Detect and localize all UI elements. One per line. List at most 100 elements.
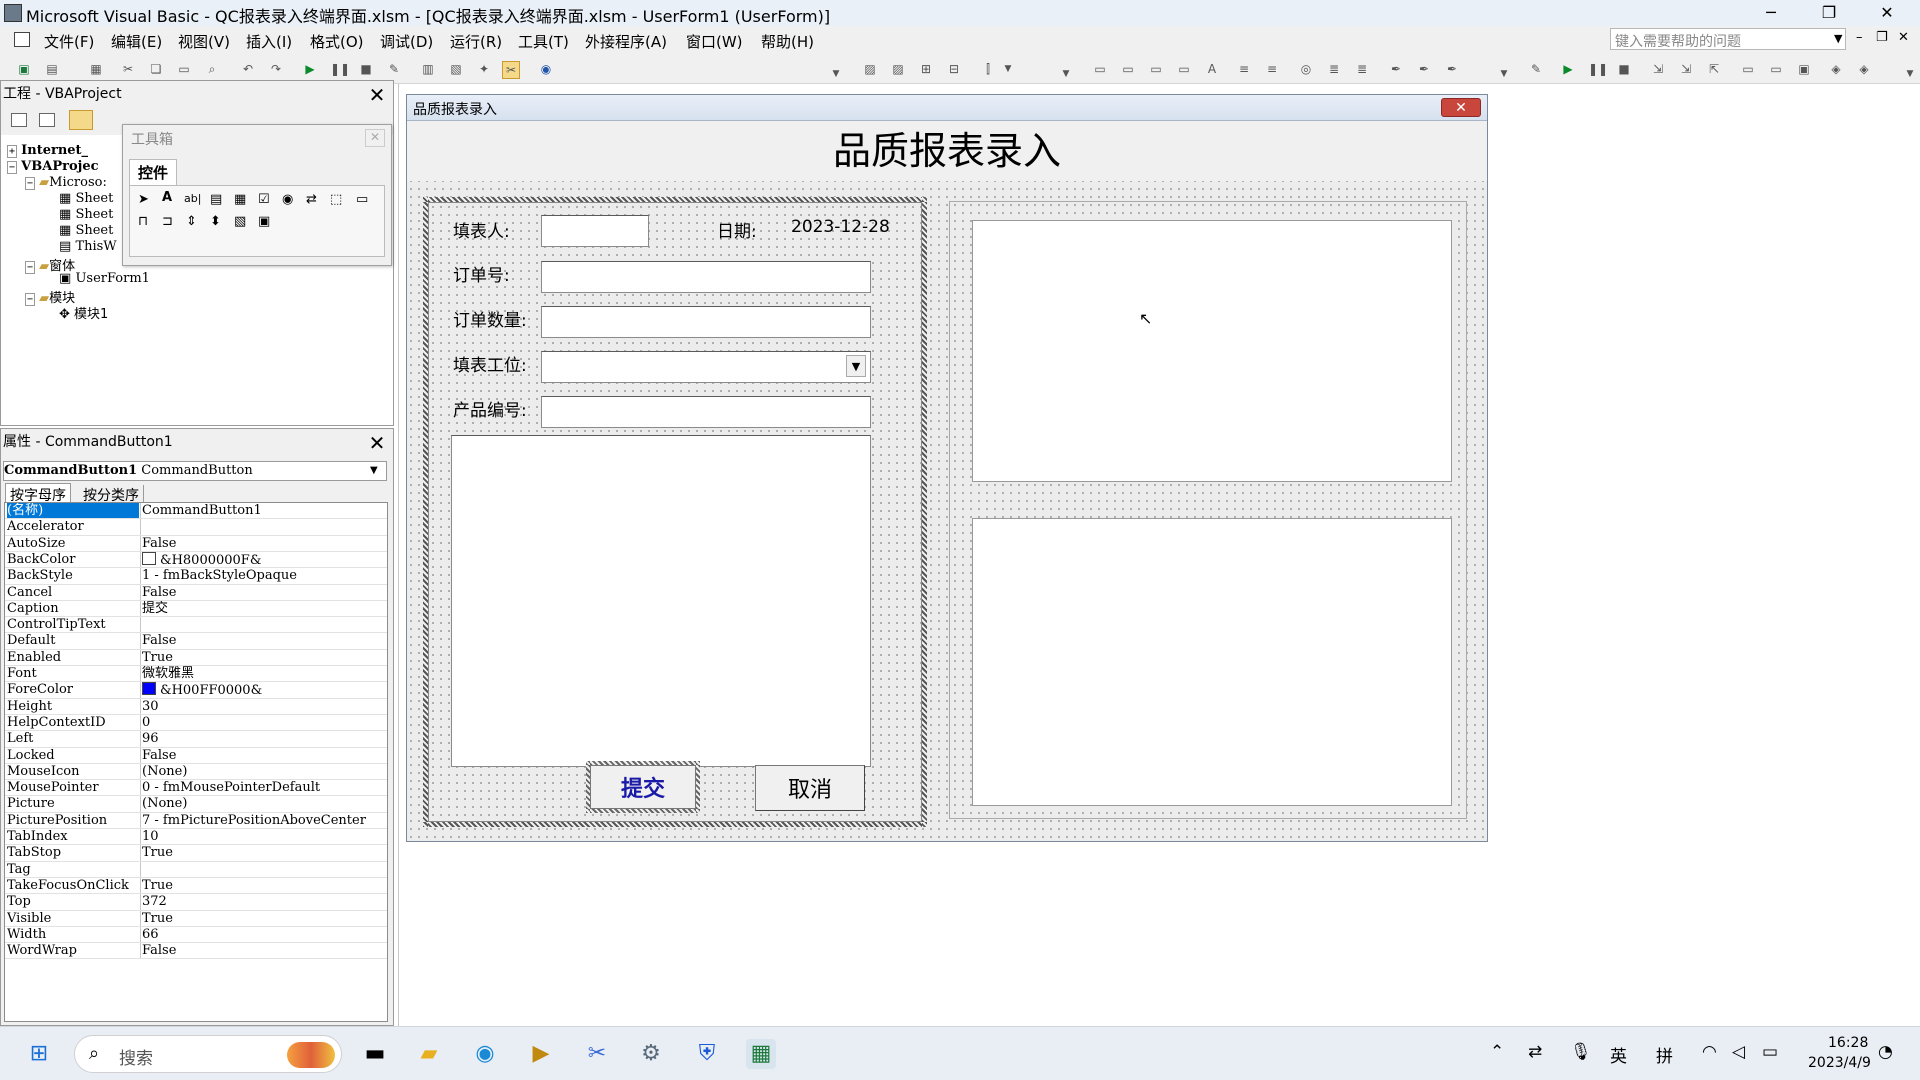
property-row[interactable]: MouseIcon (None)	[5, 763, 387, 780]
volume-icon[interactable]: ◁	[1732, 1042, 1745, 1062]
tree-node-userform1[interactable]: ▣ UserForm1	[59, 271, 150, 286]
property-row[interactable]: TabStop True	[5, 845, 387, 862]
property-value[interactable]: CommandButton1	[142, 503, 387, 519]
toolbox-close-icon[interactable]: ✕	[365, 129, 385, 147]
make-same-height-icon[interactable]: ▭	[1120, 61, 1136, 77]
tree-node-thisworkbook[interactable]: ▤ ThisW	[59, 239, 117, 254]
optionbutton-tool-icon[interactable]: ◉	[282, 192, 293, 207]
property-row[interactable]: PicturePosition 7 - fmPicturePositionAbov…	[5, 812, 387, 829]
file-explorer-icon[interactable]: ▰	[414, 1039, 444, 1069]
media-app-icon[interactable]: ▶	[526, 1039, 556, 1069]
uncomment-icon[interactable]: ✒	[1416, 61, 1432, 77]
menu-debug[interactable]: 调试(D)	[380, 31, 433, 52]
battery-icon[interactable]: ▭	[1762, 1042, 1778, 1062]
property-row[interactable]: Visible True	[5, 910, 387, 927]
object-browser-icon[interactable]: ✦	[476, 61, 492, 77]
menu-file[interactable]: 文件(F)	[44, 31, 94, 52]
property-value[interactable]: 提交	[142, 601, 387, 617]
image-tool-icon[interactable]: ▧	[234, 214, 246, 229]
preview-frame[interactable]	[949, 201, 1467, 819]
clock-time[interactable]: 16:28	[1828, 1035, 1868, 1051]
mdi-restore-button[interactable]: ❐	[1876, 30, 1888, 45]
reset-icon[interactable]: ■	[358, 61, 374, 77]
arrange2-icon[interactable]: ≣	[1354, 61, 1370, 77]
toolbar-overflow-icon[interactable]: ▼	[828, 66, 844, 82]
frame-tool-icon[interactable]: ⬚	[330, 192, 342, 207]
property-row[interactable]: Cancel False	[5, 584, 387, 601]
property-row[interactable]: TakeFocusOnClick True	[5, 877, 387, 894]
property-row[interactable]: Tag	[5, 861, 387, 878]
property-value[interactable]: (None)	[142, 796, 387, 812]
ime-mode[interactable]: 拼	[1656, 1042, 1673, 1067]
redo-icon[interactable]: ↷	[268, 61, 284, 77]
property-row[interactable]: Height 30	[5, 698, 387, 715]
togglebutton-tool-icon[interactable]: ⇄	[306, 192, 317, 207]
property-value[interactable]: 7 - fmPicturePositionAboveCenter	[142, 813, 387, 829]
break2-icon[interactable]: ❚❚	[1588, 61, 1608, 77]
property-row[interactable]: (名称) CommandButton1	[5, 503, 387, 519]
send-back-icon[interactable]: ▨	[890, 61, 906, 77]
menu-insert[interactable]: 插入(I)	[246, 31, 292, 52]
property-value[interactable]: True	[142, 878, 387, 894]
immediate-icon[interactable]: ▭	[1768, 61, 1784, 77]
copy-icon[interactable]: ❏	[148, 61, 164, 77]
mdi-minimize-button[interactable]: –	[1856, 30, 1863, 45]
cut-icon[interactable]: ✂	[120, 61, 136, 77]
menu-window[interactable]: 窗口(W)	[686, 31, 743, 52]
view-object-icon[interactable]	[39, 113, 55, 127]
property-value[interactable]: False	[142, 585, 387, 601]
tree-node-sheet1[interactable]: ▦ Sheet	[59, 191, 113, 206]
userform1[interactable]: 品质报表录入 ✕ 品质报表录入 填表人: 日期: 2023-12-28 订单号:…	[406, 94, 1488, 842]
v-spacing-icon[interactable]: ≡	[1264, 61, 1280, 77]
reset2-icon[interactable]: ■	[1616, 61, 1632, 77]
property-value[interactable]: 微软雅黑	[142, 666, 387, 682]
property-row[interactable]: Picture (None)	[5, 796, 387, 813]
restore-button[interactable]: ❐	[1800, 0, 1858, 26]
property-value[interactable]: 372	[142, 894, 387, 910]
project-close-icon[interactable]: ✕	[365, 83, 389, 107]
userform-close-icon[interactable]: ✕	[1441, 98, 1481, 117]
tree-node-module1[interactable]: ✥ 模块1	[59, 303, 108, 322]
watch-icon[interactable]: ▣	[1796, 61, 1812, 77]
step-into-icon[interactable]: ⇲	[1650, 61, 1666, 77]
property-row[interactable]: Left 96	[5, 731, 387, 748]
snipping-tool-icon[interactable]: ✂	[582, 1039, 612, 1069]
center-icon[interactable]: ◎	[1298, 61, 1314, 77]
close-button[interactable]: ✕	[1858, 0, 1916, 26]
station-combobox[interactable]: ▼	[541, 351, 871, 383]
submit-button[interactable]: 提交	[590, 765, 696, 809]
size-to-fit-icon[interactable]: ▭	[1148, 61, 1164, 77]
tree-node-excel-objects[interactable]: − ▰Microso:	[25, 175, 107, 190]
property-row[interactable]: MousePointer 0 - fmMousePointerDefault	[5, 780, 387, 797]
clock-date[interactable]: 2023/4/9	[1808, 1055, 1871, 1071]
taskbar-search[interactable]: ⌕ 搜索	[74, 1035, 342, 1073]
tray-app-icon[interactable]: ⇄	[1528, 1042, 1542, 1062]
undo-icon[interactable]: ↶	[240, 61, 256, 77]
property-row[interactable]: Default False	[5, 633, 387, 650]
property-row[interactable]: TabIndex 10	[5, 829, 387, 845]
tree-node-internet[interactable]: + Internet_	[7, 143, 88, 158]
menu-run[interactable]: 运行(R)	[450, 31, 502, 52]
find-icon[interactable]: ⌕	[204, 61, 220, 77]
minimize-button[interactable]: ─	[1742, 0, 1800, 26]
tabstrip-tool-icon[interactable]: ⊓	[138, 214, 148, 229]
step-over-icon[interactable]: ⇲	[1678, 61, 1694, 77]
microphone-icon[interactable]: 🎙	[1570, 1042, 1592, 1062]
view-excel-icon[interactable]: ▣	[16, 61, 32, 77]
insert-userform-icon[interactable]: ▤	[44, 61, 60, 77]
font-size-icon[interactable]: A	[1204, 61, 1220, 77]
remarks-textbox[interactable]	[451, 435, 871, 767]
spinbutton-tool-icon[interactable]: ⬍	[210, 214, 221, 229]
scrollbar-tool-icon[interactable]: ⇕	[186, 214, 197, 229]
property-value[interactable]: 96	[142, 731, 387, 747]
menu-help[interactable]: 帮助(H)	[761, 31, 814, 52]
toolbox-icon[interactable]: ✂	[502, 61, 520, 79]
property-value[interactable]: 1 - fmBackStyleOpaque	[142, 568, 387, 584]
tree-node-vbaproject[interactable]: − VBAProjec	[7, 159, 99, 174]
toolbox-tab-controls[interactable]: 控件	[129, 159, 178, 185]
design-mode-icon[interactable]: ✎	[386, 61, 402, 77]
defender-icon[interactable]: ⛨	[692, 1039, 722, 1069]
property-value[interactable]: False	[142, 748, 387, 764]
filler-input[interactable]	[541, 215, 649, 247]
project-explorer-icon[interactable]: ▥	[420, 61, 436, 77]
